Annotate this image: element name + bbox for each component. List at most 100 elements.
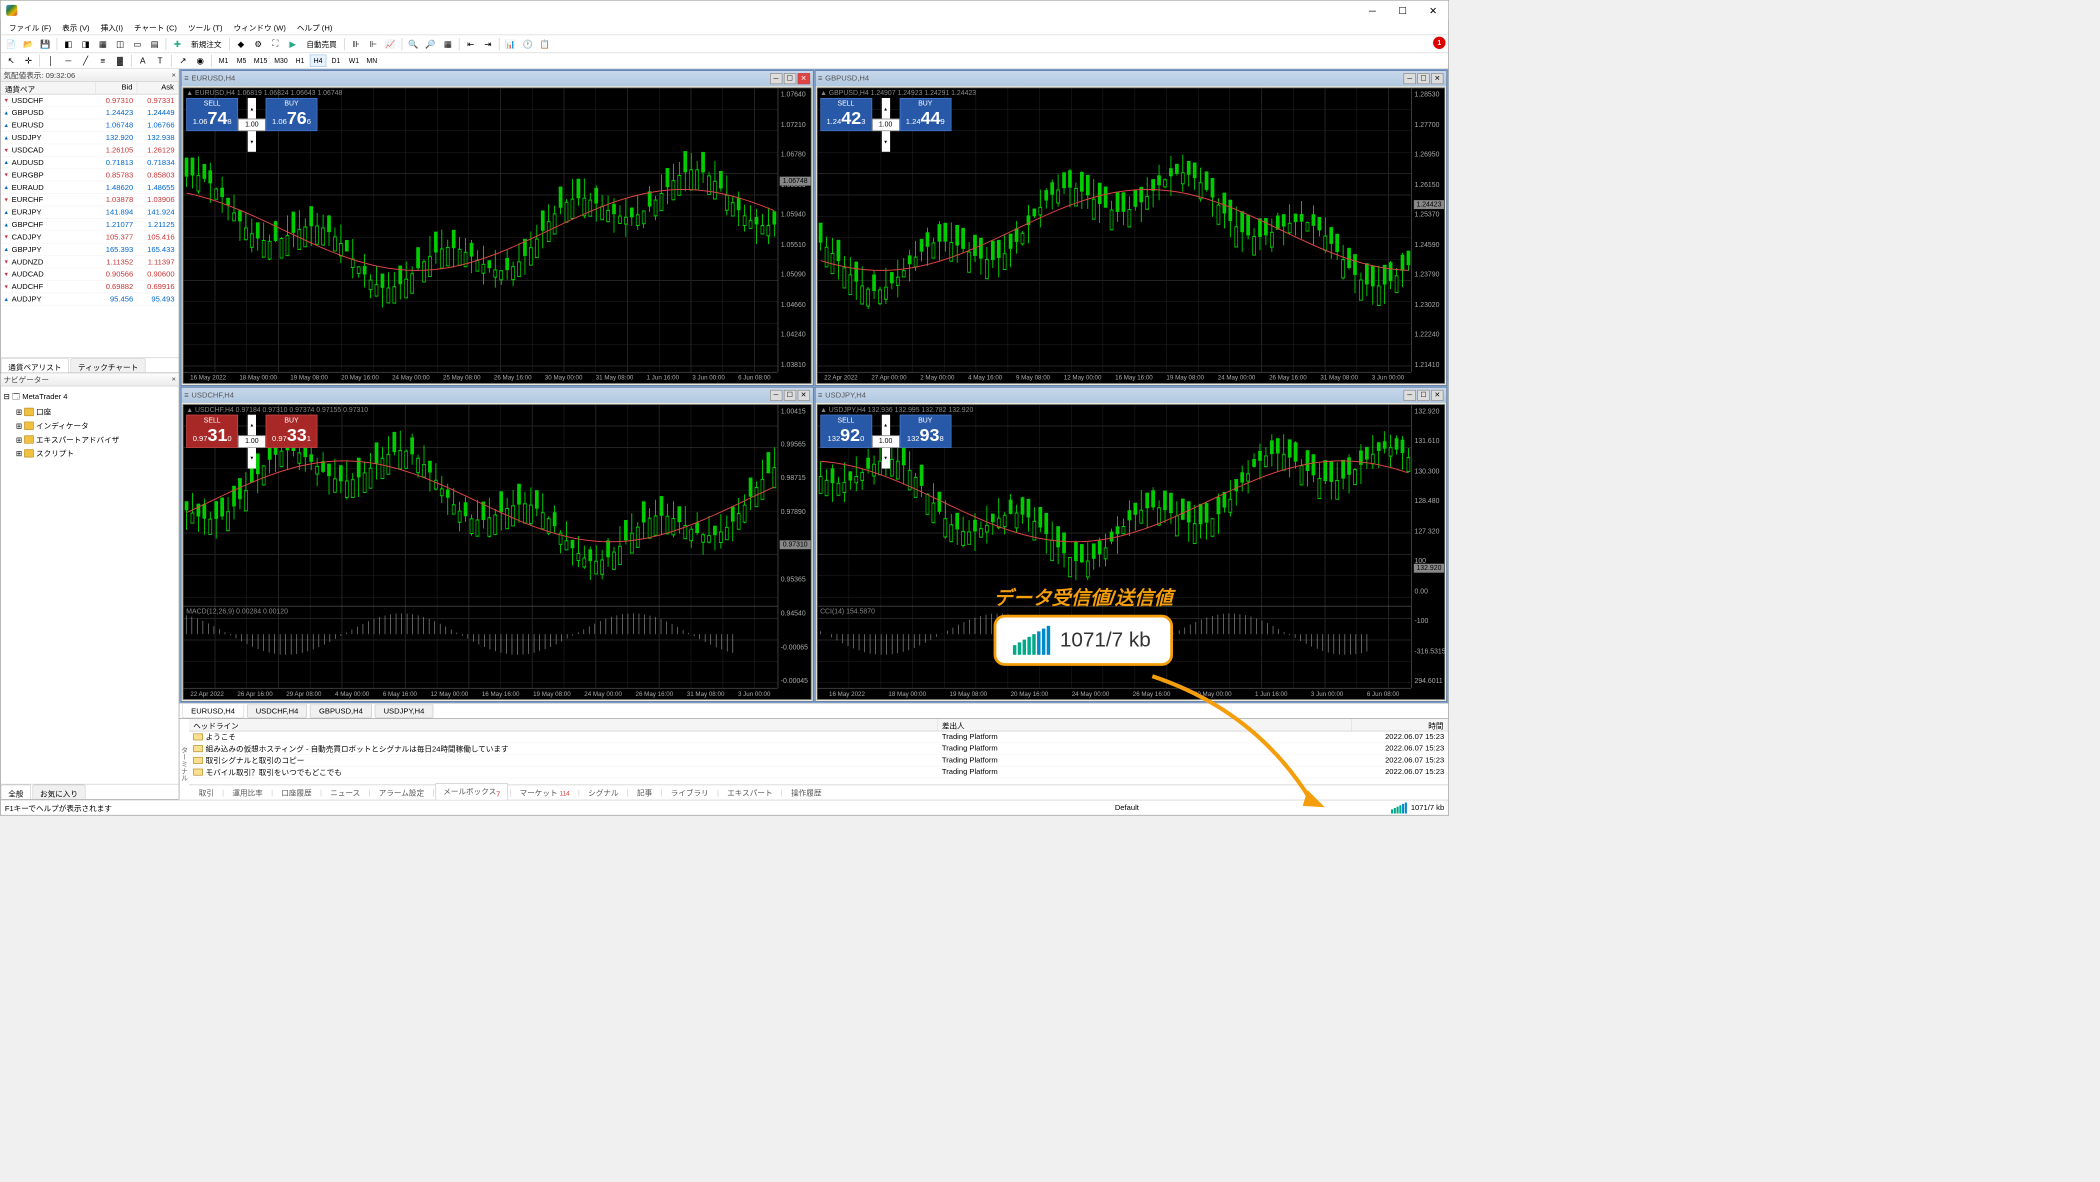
terminal-icon[interactable]: ▭ (130, 36, 145, 51)
navigator-icon[interactable]: ◫ (112, 36, 127, 51)
quote-row[interactable]: ▼CADJPY105.377105.416 (1, 231, 179, 243)
vline-icon[interactable]: │ (43, 53, 58, 68)
terminal-tab[interactable]: 記事 (630, 785, 659, 800)
chart-menu-icon[interactable]: ≡ (818, 391, 822, 399)
chart-menu-icon[interactable]: ≡ (184, 391, 188, 399)
hline-icon[interactable]: ─ (61, 53, 76, 68)
quote-row[interactable]: ▲EURAUD1.486201.48655 (1, 181, 179, 193)
chart-tab[interactable]: GBPUSD,H4 (310, 704, 372, 718)
channel-icon[interactable]: ≡ (95, 53, 110, 68)
timeframe-M1[interactable]: M1 (215, 55, 232, 67)
volume-down-icon[interactable]: ▾ (248, 447, 256, 468)
buy-button[interactable]: BUY1.24449 (899, 98, 951, 131)
save-icon[interactable]: 💾 (38, 36, 53, 51)
market-watch-tab[interactable]: ティックチャート (70, 358, 145, 372)
col-headline[interactable]: ヘッドライン (189, 719, 938, 731)
menu-item[interactable]: ヘルプ (H) (291, 20, 337, 34)
navigator-tab[interactable]: お気に入り (32, 785, 85, 799)
menu-item[interactable]: ツール (T) (182, 20, 228, 34)
menu-item[interactable]: 挿入(I) (95, 20, 128, 34)
chart-minimize-icon[interactable]: ─ (1403, 73, 1415, 84)
buy-button[interactable]: BUY1.06766 (266, 98, 318, 131)
chart-maximize-icon[interactable]: ☐ (1417, 73, 1429, 84)
tile-icon[interactable]: ▦ (440, 36, 455, 51)
trendline-icon[interactable]: ╱ (78, 53, 93, 68)
chart-menu-icon[interactable]: ≡ (818, 75, 822, 83)
terminal-tab[interactable]: 操作履歴 (784, 785, 828, 800)
autotrade-icon[interactable]: ▶ (285, 36, 300, 51)
label-icon[interactable]: T (152, 53, 167, 68)
volume-up-icon[interactable]: ▴ (881, 414, 889, 435)
chart-close-icon[interactable]: ✕ (797, 390, 809, 401)
volume-input[interactable]: 1.00 (872, 435, 900, 447)
chart-minimize-icon[interactable]: ─ (770, 390, 782, 401)
volume-up-icon[interactable]: ▴ (248, 98, 256, 119)
fullscreen-icon[interactable]: ⛶ (268, 36, 283, 51)
notification-badge[interactable]: 1 (1433, 37, 1445, 49)
menu-item[interactable]: ウィンドウ (W) (228, 20, 291, 34)
quote-row[interactable]: ▼USDCAD1.261051.26129 (1, 144, 179, 156)
chart-tab[interactable]: EURUSD,H4 (182, 704, 244, 718)
sell-button[interactable]: SELL0.97310 (186, 414, 238, 447)
candle-chart-icon[interactable]: ⊩ (366, 36, 381, 51)
market-watch-tab[interactable]: 通貨ペアリスト (1, 358, 69, 372)
menu-item[interactable]: チャート (C) (129, 20, 183, 34)
quote-row[interactable]: ▼AUDCAD0.905660.90600 (1, 268, 179, 280)
quote-row[interactable]: ▼USDCHF0.973100.97331 (1, 95, 179, 107)
timeframe-D1[interactable]: D1 (328, 55, 345, 67)
options-icon[interactable]: ⚙ (250, 36, 265, 51)
quote-row[interactable]: ▲AUDUSD0.718130.71834 (1, 157, 179, 169)
quote-row[interactable]: ▲EURUSD1.067481.06766 (1, 119, 179, 131)
maximize-button[interactable]: ☐ (1388, 1, 1418, 20)
minimize-button[interactable]: ─ (1357, 1, 1387, 20)
profile-icon[interactable]: ◧ (61, 36, 76, 51)
sell-button[interactable]: SELL132920 (820, 414, 872, 447)
new-order-icon[interactable]: ✚ (170, 36, 185, 51)
line-chart-icon[interactable]: 📈 (383, 36, 398, 51)
autoscroll-icon[interactable]: ⇥ (480, 36, 495, 51)
chart-maximize-icon[interactable]: ☐ (1417, 390, 1429, 401)
volume-down-icon[interactable]: ▾ (881, 131, 889, 152)
col-ask[interactable]: Ask (137, 82, 178, 94)
menu-item[interactable]: ファイル (F) (3, 20, 56, 34)
market-watch-close-icon[interactable]: × (172, 71, 176, 79)
terminal-tab[interactable]: 運用比率 (226, 785, 270, 800)
quote-row[interactable]: ▼EURGBP0.857830.85803 (1, 169, 179, 181)
periods-icon[interactable]: 🕐 (520, 36, 535, 51)
terminal-tab[interactable]: 取引 (192, 785, 221, 800)
new-order-button[interactable]: 新規注文 (187, 38, 226, 49)
timeframe-M30[interactable]: M30 (271, 55, 290, 67)
chart-minimize-icon[interactable]: ─ (770, 73, 782, 84)
objects-icon[interactable]: ◉ (193, 53, 208, 68)
buy-button[interactable]: BUY0.97331 (266, 414, 318, 447)
timeframe-W1[interactable]: W1 (346, 55, 363, 67)
cursor-icon[interactable]: ↖ (3, 53, 18, 68)
quote-row[interactable]: ▲GBPUSD1.244231.24449 (1, 107, 179, 119)
menu-item[interactable]: 表示 (V) (57, 20, 95, 34)
new-file-icon[interactable]: 📄 (3, 36, 18, 51)
timeframe-MN[interactable]: MN (364, 55, 381, 67)
timeframe-H4[interactable]: H4 (310, 55, 327, 67)
navigator-close-icon[interactable]: × (172, 375, 176, 383)
col-bid[interactable]: Bid (96, 82, 137, 94)
buy-button[interactable]: BUY132938 (899, 414, 951, 447)
terminal-tab[interactable]: マーケット 114 (513, 785, 577, 800)
quote-row[interactable]: ▲EURJPY141.894141.924 (1, 206, 179, 218)
volume-up-icon[interactable]: ▴ (248, 414, 256, 435)
quote-row[interactable]: ▲GBPCHF1.210771.21125 (1, 219, 179, 231)
terminal-tab[interactable]: アラーム設定 (372, 785, 431, 800)
sell-button[interactable]: SELL1.06748 (186, 98, 238, 131)
bar-chart-icon[interactable]: ⊪ (348, 36, 363, 51)
fibo-icon[interactable]: ▓ (112, 53, 127, 68)
indicators-icon[interactable]: 📊 (503, 36, 518, 51)
timeframe-M5[interactable]: M5 (233, 55, 250, 67)
terminal-tab[interactable]: シグナル (581, 785, 625, 800)
chart-close-icon[interactable]: ✕ (1431, 390, 1443, 401)
quote-row[interactable]: ▲USDJPY132.920132.938 (1, 132, 179, 144)
chart-close-icon[interactable]: ✕ (797, 73, 809, 84)
chart-tab[interactable]: USDCHF,H4 (247, 704, 308, 718)
chart-close-icon[interactable]: ✕ (1431, 73, 1443, 84)
terminal-tab[interactable]: ライブラリ (664, 785, 716, 800)
volume-input[interactable]: 1.00 (872, 119, 900, 131)
terminal-tab[interactable]: メールボックス7 (436, 783, 508, 799)
